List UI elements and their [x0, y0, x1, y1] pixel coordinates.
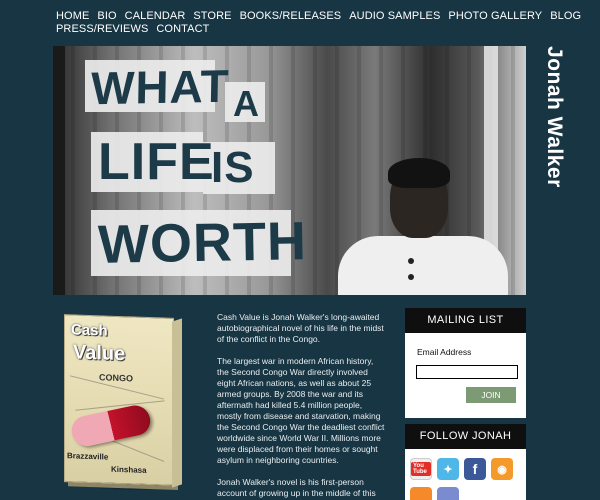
book-title-line1: Cash: [71, 321, 108, 340]
hero-window-post: [53, 46, 65, 295]
flickr-icon[interactable]: [437, 487, 459, 500]
nav-photo-gallery[interactable]: PHOTO GALLERY: [448, 10, 542, 23]
youtube-label: You Tube: [411, 462, 431, 476]
join-button[interactable]: JOIN: [466, 387, 516, 403]
nav-blog[interactable]: BLOG: [550, 10, 581, 23]
mailing-list-form: Email Address JOIN: [405, 333, 526, 418]
book-cover-cash-value[interactable]: Cash Value CONGO Brazzaville Kinshasa: [64, 314, 182, 490]
hero-banner: WHAT A LIFE IS WORTH: [53, 46, 526, 295]
nav-row-2: PRESS/REVIEWS CONTACT: [56, 23, 536, 36]
nav-press-reviews[interactable]: PRESS/REVIEWS: [56, 23, 148, 36]
hero-photo-hair: [388, 158, 450, 188]
mailing-list-heading: MAILING LIST: [405, 308, 526, 333]
nav-home[interactable]: HOME: [56, 10, 89, 23]
nav-books-releases[interactable]: BOOKS/RELEASES: [240, 10, 342, 23]
description-paragraph-1: Cash Value is Jonah Walker's long-awaite…: [217, 312, 384, 344]
nav-contact[interactable]: CONTACT: [156, 23, 209, 36]
hero-word-a: A: [233, 83, 260, 124]
follow-jonah-heading: FOLLOW JONAH: [405, 424, 526, 449]
book-city-kinshasa: Kinshasa: [111, 464, 147, 475]
hero-word-worth: WORTH: [97, 211, 308, 275]
nav-audio-samples[interactable]: AUDIO SAMPLES: [349, 10, 440, 23]
book-front: Cash Value CONGO Brazzaville Kinshasa: [64, 314, 174, 486]
artist-name: Jonah Walker: [543, 46, 566, 188]
book-title-line2: Value: [73, 341, 126, 366]
rss-icon[interactable]: ◉: [491, 458, 513, 480]
book-city-brazzaville: Brazzaville: [67, 451, 109, 462]
hero-photo-man: [338, 146, 508, 295]
shirt-button: [408, 274, 414, 280]
email-address-label: Email Address: [417, 347, 472, 357]
book-map-label: CONGO: [99, 372, 134, 384]
nav-store[interactable]: STORE: [193, 10, 231, 23]
nav-bio[interactable]: BIO: [97, 10, 116, 23]
book-description: Cash Value is Jonah Walker's long-awaite…: [217, 312, 387, 500]
nav-row-1: HOME BIO CALENDAR STORE BOOKS/RELEASES A…: [56, 10, 581, 23]
hero-word-is: IS: [211, 143, 255, 192]
facebook-icon[interactable]: f: [464, 458, 486, 480]
hero-word-what: WHAT: [90, 59, 231, 115]
book-spine: [172, 318, 182, 488]
hero-word-life: LIFE: [98, 133, 215, 191]
blogger-icon[interactable]: [410, 487, 432, 500]
social-links: You Tube ✦ f ◉: [405, 449, 526, 500]
twitter-icon[interactable]: ✦: [437, 458, 459, 480]
description-paragraph-2: The largest war in modern African histor…: [217, 356, 385, 465]
youtube-icon[interactable]: You Tube: [410, 458, 432, 480]
hero-photo-shirt: [338, 236, 508, 295]
email-address-input[interactable]: [416, 365, 518, 379]
main-nav: HOME BIO CALENDAR STORE BOOKS/RELEASES A…: [56, 10, 581, 36]
nav-calendar[interactable]: CALENDAR: [125, 10, 186, 23]
description-paragraph-3: Jonah Walker's novel is his first-person…: [217, 477, 376, 498]
shirt-button: [408, 258, 414, 264]
